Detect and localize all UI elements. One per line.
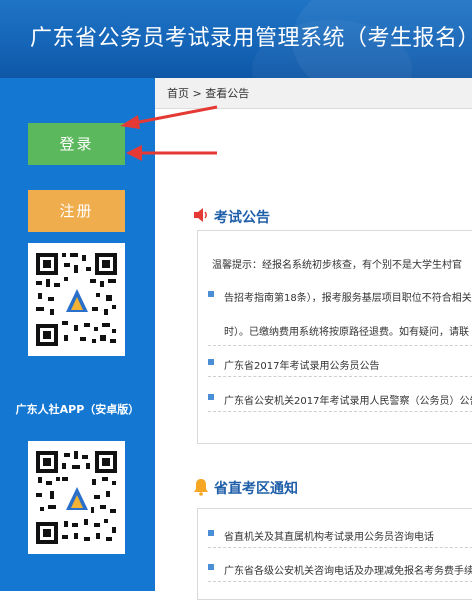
list-bullet-icon bbox=[208, 530, 214, 536]
list-item[interactable]: 广东省公安机关2017年考试录用人民警察（公务员）公告 bbox=[208, 385, 472, 412]
list-bullet-icon bbox=[208, 394, 214, 400]
register-button[interactable]: 注册 bbox=[28, 190, 125, 232]
list-bullet-icon bbox=[208, 564, 214, 570]
notice-link[interactable]: 省直机关及其直属机构考试录用公务员咨询电话 bbox=[224, 528, 434, 543]
app-qr-code bbox=[28, 243, 125, 356]
list-item[interactable]: 广东省2017年考试录用公务员公告 bbox=[208, 350, 472, 377]
list-bullet-icon bbox=[208, 291, 214, 297]
app-title: 广东省公务员考试录用管理系统（考生报名） bbox=[30, 26, 472, 51]
notice-tip-line: 时）。已缴纳费用系统将按原路径退费。如有疑问，请联 bbox=[224, 327, 469, 338]
list-item[interactable]: 广东省各级公安机关咨询电话及办理减免报名考务费手续 bbox=[208, 555, 472, 582]
exam-notice-panel: 温馨提示：经报名系统初步核查，有个别不是大学生村官 告招考指南第18条），报考服… bbox=[197, 230, 472, 444]
notice-link[interactable]: 广东省公安机关2017年考试录用人民警察（公务员）公告 bbox=[224, 392, 472, 407]
notice-tip-line: 告招考指南第18条），报考服务基层项目职位不符合相关 bbox=[224, 293, 472, 304]
exam-notice-title: 考试公告 bbox=[214, 210, 270, 226]
app-qr-caption: 广东人社APP（安卓版） bbox=[15, 403, 140, 416]
app-header: 广东省公务员考试录用管理系统（考生报名） bbox=[0, 0, 472, 78]
province-notice-panel: 省直机关及其直属机构考试录用公务员咨询电话 广东省各级公安机关咨询电话及办理减免… bbox=[197, 508, 472, 600]
app-qr-code bbox=[28, 441, 125, 554]
speaker-icon bbox=[193, 207, 209, 227]
annotation-arrow-icon bbox=[120, 105, 218, 161]
notice-tip-line: 温馨提示：经报名系统初步核查，有个别不是大学生村官 bbox=[212, 260, 462, 271]
notice-link[interactable]: 广东省各级公安机关咨询电话及办理减免报名考务费手续 bbox=[224, 562, 472, 577]
login-button[interactable]: 登录 bbox=[28, 123, 125, 165]
province-notice-title: 省直考区通知 bbox=[214, 481, 298, 497]
list-bullet-icon bbox=[208, 359, 214, 365]
bell-icon bbox=[193, 478, 209, 500]
notice-link[interactable]: 广东省2017年考试录用公务员公告 bbox=[224, 357, 379, 372]
list-item[interactable]: 省直机关及其直属机构考试录用公务员咨询电话 bbox=[208, 521, 472, 548]
divider bbox=[208, 345, 472, 346]
